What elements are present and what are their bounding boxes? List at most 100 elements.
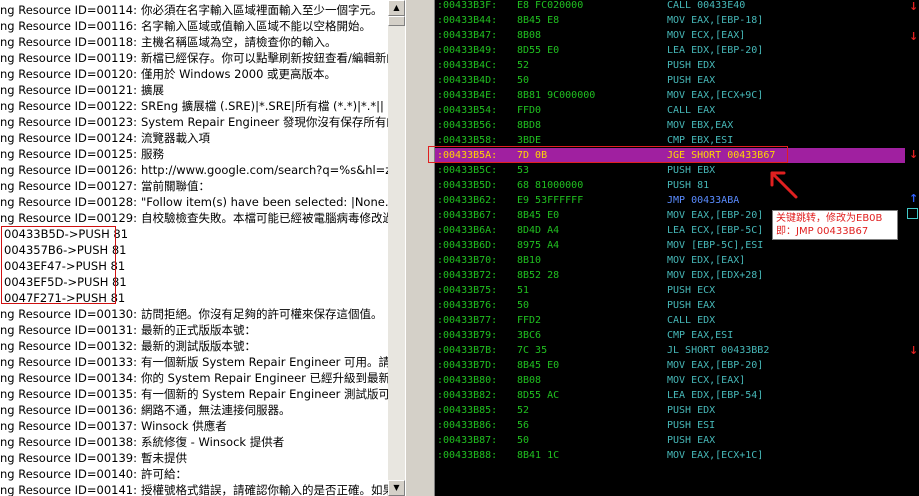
jump-up-arrow-icon: ↑ [909, 192, 919, 205]
asm-address: :00433B80: [437, 375, 498, 386]
asm-address: :00433B86: [437, 420, 498, 431]
asm-address: :00433B56: [437, 120, 498, 131]
asm-row[interactable]: :00433B77: FFD2 CALL EDX [435, 313, 905, 328]
resource-id: ng Resource ID=00118: [0, 35, 137, 49]
asm-address: :00433B85: [437, 405, 498, 416]
pane-divider[interactable] [405, 0, 435, 496]
resource-id: ng Resource ID=00123: [0, 115, 137, 129]
asm-bytes: 50 [517, 75, 530, 86]
asm-address: :00433B4E: [437, 90, 498, 101]
resource-text: 擴展 [140, 83, 164, 97]
asm-instruction: MOV ECX,[EAX] [667, 375, 746, 386]
asm-address: :00433B77: [437, 315, 498, 326]
resource-id: ng Resource ID=00120: [0, 67, 137, 81]
resource-row: ng Resource ID=00134: 你的 System Repair En… [0, 370, 388, 386]
asm-row[interactable]: :00433B85: 52 PUSH EDX [435, 403, 905, 418]
asm-row[interactable]: :00433B87: 50 PUSH EAX [435, 433, 905, 448]
asm-bytes: E9 53FFFFFF [517, 195, 584, 206]
jump-down-arrow-icon: ↓ [909, 344, 919, 357]
resource-id: ng Resource ID=00136: [0, 403, 137, 417]
asm-address: :00433B72: [437, 270, 498, 281]
scroll-up-button[interactable]: ▲ [388, 0, 405, 16]
asm-bytes: 8B81 9C000000 [517, 90, 596, 101]
asm-row[interactable]: :00433B5C: 53 PUSH EBX [435, 163, 905, 178]
scroll-thumb[interactable] [388, 16, 405, 26]
resource-row: ng Resource ID=00133: 有一個新版 System Repair… [0, 354, 388, 370]
asm-instruction: MOV EAX,[EBP-20] [667, 210, 764, 221]
resource-id: ng Resource ID=00130: [0, 307, 137, 321]
asm-row[interactable]: :00433B62: E9 53FFFFFF JMP 00433ABA [435, 193, 905, 208]
asm-row[interactable]: :00433B4D: 50 PUSH EAX [435, 73, 905, 88]
resource-text: 有一個新版 System Repair Engineer 可用。請點擊下載 [140, 355, 388, 369]
asm-row[interactable]: :00433B47: 8B08 MOV ECX,[EAX] [435, 28, 905, 43]
asm-address: :00433B7B: [437, 345, 498, 356]
selected-instruction-box [428, 146, 788, 163]
asm-row[interactable]: :00433B4E: 8B81 9C000000 MOV EAX,[ECX+9C] [435, 88, 905, 103]
resource-text: 流覽器載入項 [140, 131, 210, 145]
scroll-down-button[interactable]: ▼ [388, 480, 405, 496]
asm-instruction: CALL EDX [667, 315, 716, 326]
asm-row[interactable]: :00433B6D: 8975 A4 MOV [EBP-5C],ESI [435, 238, 905, 253]
asm-address: :00433B49: [437, 45, 498, 56]
resource-text: http://www.google.com/search?q=%s&hl=zh-… [140, 163, 388, 177]
asm-bytes: 8B08 [517, 375, 542, 386]
asm-instruction: MOV EDX,[EDX+28] [667, 270, 764, 281]
disassembly-view[interactable]: :00433B3F: E8 FC020000 CALL 00433E40:00433… [435, 0, 919, 496]
resource-row: ng Resource ID=00130: 訪問拒絕。你沒有足夠的許可權來保存這個… [0, 306, 382, 322]
left-scrollbar[interactable]: ▲ ▼ [388, 0, 405, 496]
push-references-highlight [1, 226, 116, 304]
asm-row[interactable]: :00433B7B: 7C 35 JL SHORT 00433BB2 [435, 343, 905, 358]
jump-markers: ↓ ↓ ↓ ↑ ↓ [905, 0, 919, 496]
asm-row[interactable]: :00433B88: 8B41 1C MOV EAX,[ECX+1C] [435, 448, 905, 463]
asm-row[interactable]: :00433B49: 8D55 E0 LEA EDX,[EBP-20] [435, 43, 905, 58]
jump-down-arrow-icon: ↓ [909, 30, 919, 43]
resource-text: Winsock 供應者 [140, 419, 227, 433]
asm-row[interactable]: :00433B75: 51 PUSH ECX [435, 283, 905, 298]
asm-row[interactable]: :00433B54: FFD0 CALL EAX [435, 103, 905, 118]
asm-row[interactable]: :00433B80: 8B08 MOV ECX,[EAX] [435, 373, 905, 388]
resource-row: ng Resource ID=00136: 網路不通，無法連接伺服器。 [0, 402, 290, 418]
resource-id: ng Resource ID=00140: [0, 467, 137, 481]
resource-row: ng Resource ID=00116: 名字輸入區域或值輸入區域不能以空格開始… [0, 18, 371, 34]
asm-bytes: 8975 A4 [517, 240, 560, 251]
asm-bytes: 52 [517, 60, 530, 71]
resource-text: "Follow item(s) have been selected: |Non… [140, 195, 388, 209]
resource-id: ng Resource ID=00141: [0, 483, 137, 496]
asm-instruction: PUSH EDX [667, 60, 716, 71]
asm-instruction: PUSH EBX [667, 165, 716, 176]
asm-address: :00433B54: [437, 105, 498, 116]
callout-line-2: 即：JMP 00433B67 [776, 226, 869, 237]
resource-text: 主機名稱區域為空，請檢查你的輸入。 [140, 35, 337, 49]
asm-instruction: MOV EDX,[EAX] [667, 255, 746, 266]
asm-address: :00433B75: [437, 285, 498, 296]
asm-row[interactable]: :00433B56: 8BD8 MOV EBX,EAX [435, 118, 905, 133]
resource-text: 自校驗檢查失敗。本檔可能已經被電腦病毒修改過。 [140, 211, 388, 225]
asm-instruction: CMP EAX,ESI [667, 330, 734, 341]
resource-id: ng Resource ID=00121: [0, 83, 137, 97]
asm-row[interactable]: :00433B79: 3BC6 CMP EAX,ESI [435, 328, 905, 343]
asm-address: :00433B44: [437, 15, 498, 26]
asm-row[interactable]: :00433B82: 8D55 AC LEA EDX,[EBP-54] [435, 388, 905, 403]
asm-row[interactable]: :00433B44: 8B45 E8 MOV EAX,[EBP-18] [435, 13, 905, 28]
asm-row[interactable]: :00433B4C: 52 PUSH EDX [435, 58, 905, 73]
asm-row[interactable]: :00433B7D: 8B45 E0 MOV EAX,[EBP-20] [435, 358, 905, 373]
resource-text: SREng 擴展檔 (.SRE)|*.SRE|所有檔 (*.*)|*.*|| [140, 99, 384, 113]
asm-row[interactable]: :00433B76: 50 PUSH EAX [435, 298, 905, 313]
asm-bytes: 8B45 E0 [517, 210, 560, 221]
asm-instruction: MOV ECX,[EAX] [667, 30, 746, 41]
asm-row[interactable]: :00433B86: 56 PUSH ESI [435, 418, 905, 433]
resource-row: ng Resource ID=00126: http://www.google.c… [0, 162, 388, 178]
asm-instruction: CALL 00433E40 [667, 0, 746, 11]
asm-row[interactable]: :00433B5D: 68 81000000 PUSH 81 [435, 178, 905, 193]
resource-row: ng Resource ID=00127: 當前關聯值： [0, 178, 210, 194]
resource-row: ng Resource ID=00129: 自校驗檢查失敗。本檔可能已經被電腦病毒… [0, 210, 388, 226]
asm-row[interactable]: :00433B3F: E8 FC020000 CALL 00433E40 [435, 0, 905, 13]
asm-instruction: PUSH 81 [667, 180, 710, 191]
asm-address: :00433B67: [437, 210, 498, 221]
asm-row[interactable]: :00433B70: 8B10 MOV EDX,[EAX] [435, 253, 905, 268]
resource-row: ng Resource ID=00135: 有一個新的 System Repair… [0, 386, 388, 402]
resource-row: ng Resource ID=00141: 授權號格式錯誤，請確認你輸入的是否正確… [0, 482, 388, 496]
asm-row[interactable]: :00433B72: 8B52 28 MOV EDX,[EDX+28] [435, 268, 905, 283]
asm-address: :00433B82: [437, 390, 498, 401]
resource-id: ng Resource ID=00133: [0, 355, 137, 369]
